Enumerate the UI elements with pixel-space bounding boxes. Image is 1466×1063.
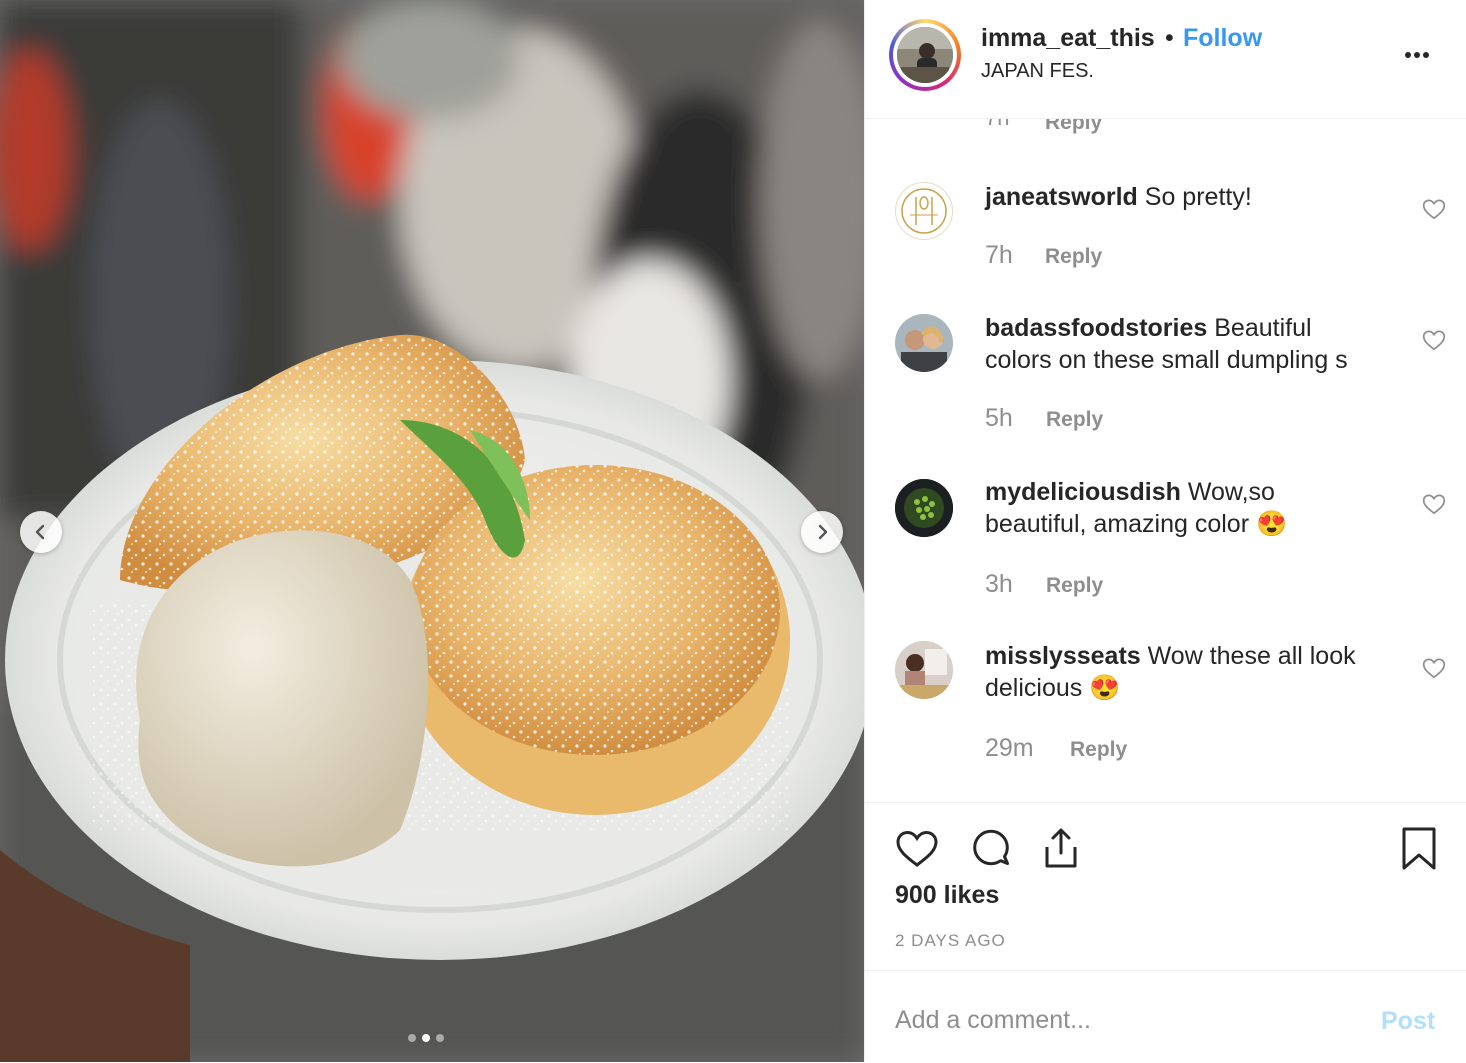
post-header: imma_eat_this • Follow JAPAN FES.: [865, 0, 1466, 119]
comment-like-heart-icon[interactable]: [1421, 327, 1447, 353]
comment-username[interactable]: janeatsworld: [985, 183, 1138, 211]
author-username[interactable]: imma_eat_this: [981, 24, 1155, 53]
post-photo[interactable]: [0, 0, 864, 1062]
carousel-dot: [436, 1034, 444, 1042]
post-comment-button[interactable]: Post: [1381, 1007, 1435, 1036]
comment-body: badassfoodstories Beautiful colors on th…: [985, 312, 1380, 376]
follow-button[interactable]: Follow: [1183, 24, 1262, 53]
comment-time: 29m: [985, 734, 1034, 762]
more-options-button[interactable]: [1397, 40, 1437, 70]
misslysseats-avatar-image: [895, 641, 953, 699]
comment-body: misslysseats Wow these all look deliciou…: [985, 640, 1380, 704]
comments-list[interactable]: 7h Reply janeatsworld So pretty!: [865, 119, 1466, 802]
carousel-indicator: [408, 1034, 444, 1042]
carousel-prev-button[interactable]: [20, 511, 62, 553]
comment-username[interactable]: mydeliciousdish: [985, 478, 1181, 506]
mydeliciousdish-avatar-image: [895, 479, 953, 537]
commenter-avatar[interactable]: [895, 641, 953, 699]
comment-reply-button[interactable]: Reply: [1046, 408, 1103, 432]
add-comment-bar: Post: [865, 970, 1466, 1063]
author-avatar[interactable]: [889, 19, 961, 91]
likes-count[interactable]: 900 likes: [895, 881, 999, 910]
share-upload-icon[interactable]: [1037, 825, 1085, 873]
comment-body: mydeliciousdish Wow,so beautiful, amazin…: [985, 476, 1380, 540]
comment-bubble-icon[interactable]: [967, 825, 1015, 873]
instagram-post-modal: imma_eat_this • Follow JAPAN FES. 7h Rep…: [0, 0, 1466, 1062]
chevron-left-icon: [35, 524, 45, 540]
post-location[interactable]: JAPAN FES.: [981, 60, 1094, 83]
header-separator: •: [1165, 24, 1174, 52]
comment-time: 3h: [985, 570, 1013, 598]
carousel-next-button[interactable]: [801, 511, 843, 553]
chevron-right-icon: [818, 524, 828, 540]
comment-time: 5h: [985, 404, 1013, 432]
pancake-photo: [0, 0, 864, 1062]
commenter-avatar[interactable]: [895, 314, 953, 372]
comment-like-heart-icon[interactable]: [1421, 655, 1447, 681]
comment-reply-button[interactable]: Reply: [1070, 738, 1127, 762]
comment-like-heart-icon[interactable]: [1421, 491, 1447, 517]
comment-text: So pretty!: [1144, 183, 1252, 211]
post-timestamp[interactable]: 2 DAYS AGO: [895, 931, 1006, 951]
comment-reply-button[interactable]: Reply: [1045, 245, 1102, 269]
comment-username[interactable]: misslysseats: [985, 642, 1141, 670]
comment-body: janeatsworld So pretty!: [985, 181, 1380, 213]
more-horizontal-icon: [1405, 52, 1429, 58]
badassfoodstories-avatar-image: [895, 314, 953, 372]
carousel-dot-active: [422, 1034, 430, 1042]
janeatsworld-logo-icon: [901, 188, 947, 234]
carousel-dot: [408, 1034, 416, 1042]
comment-like-heart-icon[interactable]: [1421, 196, 1447, 222]
commenter-avatar[interactable]: [895, 182, 953, 240]
add-comment-input[interactable]: [893, 999, 1357, 1041]
post-actions: 900 likes 2 DAYS AGO: [865, 802, 1466, 971]
save-bookmark-icon[interactable]: [1395, 825, 1443, 873]
like-heart-icon[interactable]: [893, 825, 941, 873]
author-avatar-image: [897, 27, 953, 83]
previous-comment-time: 7h: [985, 119, 1009, 131]
post-side-panel: imma_eat_this • Follow JAPAN FES. 7h Rep…: [864, 0, 1466, 1062]
commenter-avatar[interactable]: [895, 479, 953, 537]
comment-reply-button[interactable]: Reply: [1046, 574, 1103, 598]
comment-time: 7h: [985, 241, 1013, 269]
previous-comment-reply-button[interactable]: Reply: [1045, 119, 1102, 135]
comment-username[interactable]: badassfoodstories: [985, 314, 1207, 342]
